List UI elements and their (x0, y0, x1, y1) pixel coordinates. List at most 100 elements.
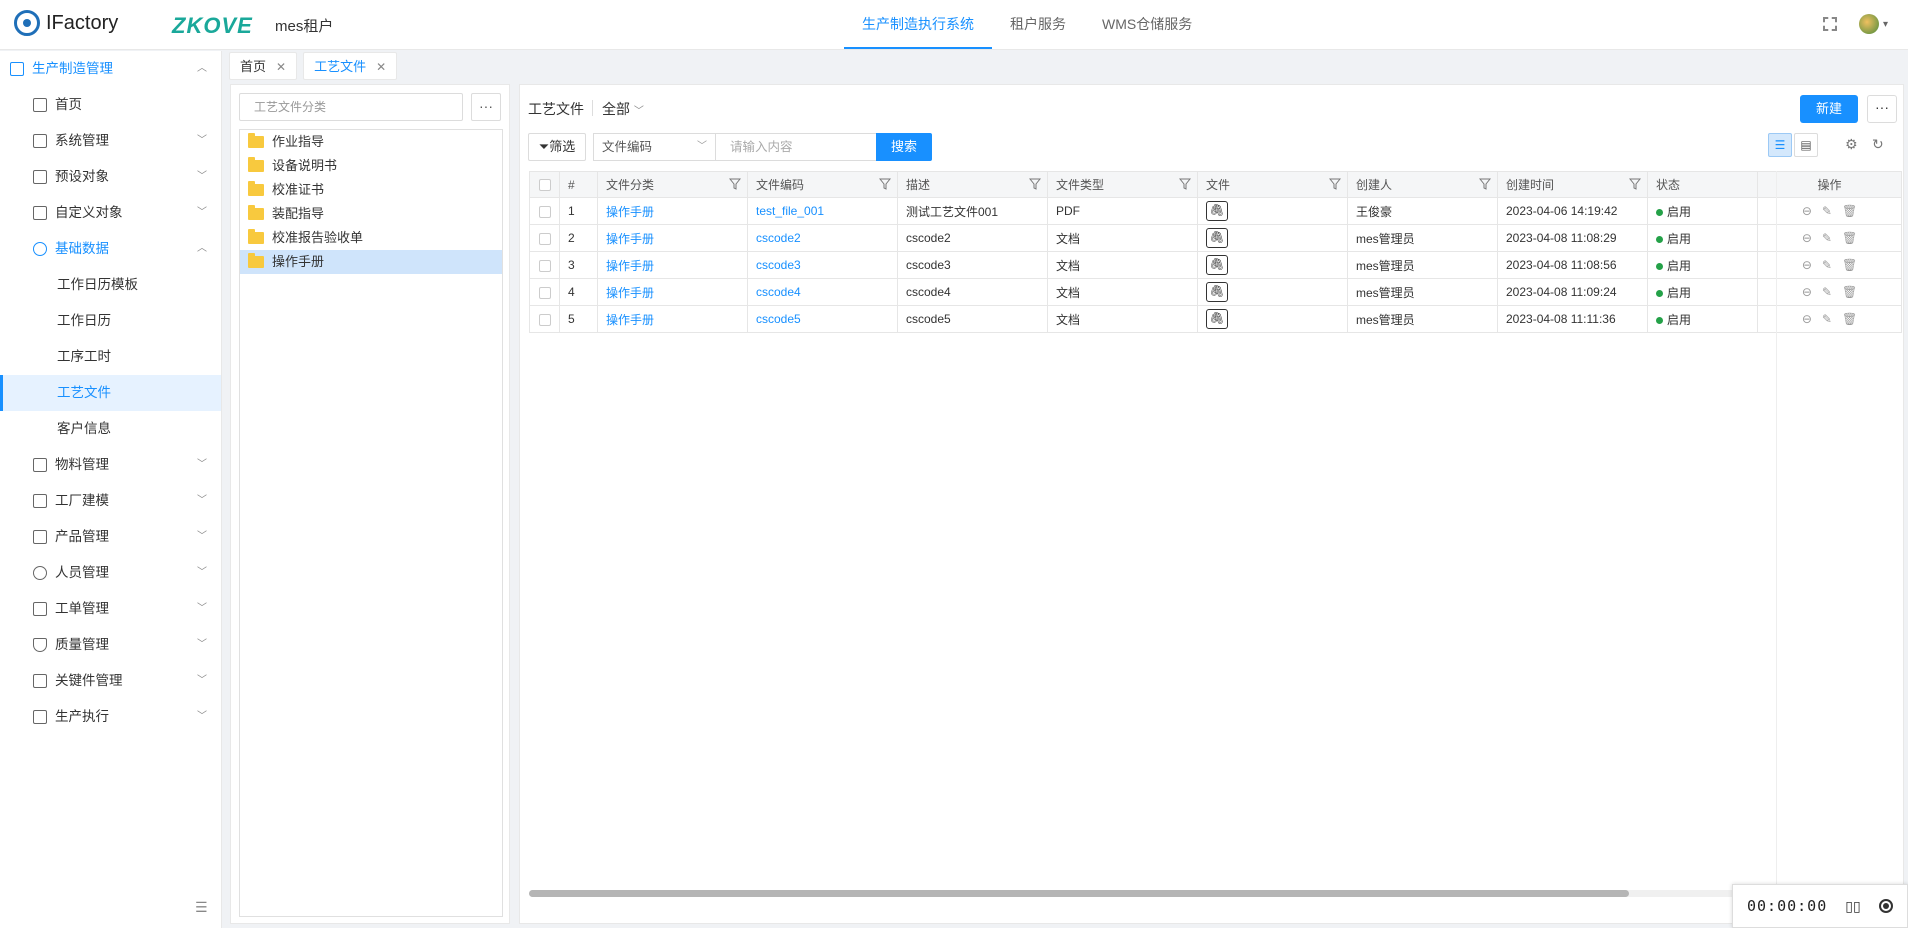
close-icon[interactable]: ✕ (376, 53, 386, 79)
scrollbar-thumb[interactable] (529, 890, 1629, 897)
col-code[interactable]: 文件编码 (747, 171, 898, 198)
cell-category[interactable]: 操作手册 (597, 251, 748, 279)
sidebar-item-work-order[interactable]: 工单管理 ﹀ (0, 591, 221, 627)
tree-node[interactable]: 校准报告验收单 (240, 226, 502, 250)
disable-icon[interactable]: ⊖ (1802, 204, 1812, 218)
edit-icon[interactable]: ✎ (1822, 231, 1832, 245)
sidebar-sub-calendar[interactable]: 工作日历 (0, 303, 221, 339)
attachment-icon[interactable]: 🖇 (1206, 282, 1228, 302)
tree-node[interactable]: 设备说明书 (240, 154, 502, 178)
sidebar-item-custom[interactable]: 自定义对象 ﹀ (0, 195, 221, 231)
tree-node[interactable]: 作业指导 (240, 130, 502, 154)
delete-icon[interactable]: 🗑 (1842, 285, 1857, 299)
row-checkbox[interactable] (529, 305, 560, 333)
cell-category[interactable]: 操作手册 (597, 305, 748, 333)
funnel-icon[interactable] (1029, 178, 1041, 190)
cell-category[interactable]: 操作手册 (597, 278, 748, 306)
table-row[interactable]: 1 操作手册 test_file_001 测试工艺文件001 PDF 🖇 王俊豪… (529, 197, 1902, 225)
checkbox[interactable] (538, 313, 551, 326)
funnel-icon[interactable] (879, 178, 891, 190)
funnel-icon[interactable] (1629, 178, 1641, 190)
user-menu[interactable]: ▾ (1858, 14, 1888, 34)
funnel-icon[interactable] (1329, 178, 1341, 190)
checkbox[interactable] (538, 286, 551, 299)
sidebar-item-product[interactable]: 产品管理 ﹀ (0, 519, 221, 555)
edit-icon[interactable]: ✎ (1822, 312, 1832, 326)
cell-code[interactable]: cscode5 (747, 305, 898, 333)
card-view-icon[interactable]: ▤ (1794, 133, 1818, 157)
col-file-type[interactable]: 文件类型 (1047, 171, 1198, 198)
nav-wms[interactable]: WMS仓储服务 (1084, 0, 1210, 49)
sidebar-item-key-parts[interactable]: 关键件管理 ﹀ (0, 663, 221, 699)
fullscreen-icon[interactable] (1822, 17, 1837, 31)
edit-icon[interactable]: ✎ (1822, 258, 1832, 272)
nav-tenant-service[interactable]: 租户服务 (992, 0, 1084, 49)
tree-more-button[interactable]: ··· (471, 93, 501, 121)
funnel-icon[interactable] (1179, 178, 1191, 190)
sidebar-group-production[interactable]: 生产制造管理 ︿ (0, 51, 221, 87)
refresh-icon[interactable]: ↻ (1872, 136, 1884, 153)
disable-icon[interactable]: ⊖ (1802, 285, 1812, 299)
attachment-icon[interactable]: 🖇 (1206, 228, 1228, 248)
list-view-icon[interactable]: ☰ (1768, 133, 1792, 157)
nav-mes[interactable]: 生产制造执行系统 (844, 0, 992, 49)
delete-icon[interactable]: 🗑 (1842, 258, 1857, 272)
filter-button[interactable]: ⏷筛选 (528, 133, 586, 161)
checkbox[interactable] (538, 232, 551, 245)
sidebar-item-material[interactable]: 物料管理 ﹀ (0, 447, 221, 483)
record-stop-icon[interactable] (1878, 899, 1893, 913)
col-creator[interactable]: 创建人 (1347, 171, 1498, 198)
tree-node[interactable]: 校准证书 (240, 178, 502, 202)
app-logo[interactable]: IFactory (14, 10, 118, 36)
attachment-icon[interactable]: 🖇 (1206, 201, 1228, 221)
funnel-icon[interactable] (1479, 178, 1491, 190)
table-row[interactable]: 4 操作手册 cscode4 cscode4 文档 🖇 mes管理员 2023-… (529, 278, 1902, 306)
tree-node-selected[interactable]: 操作手册 (240, 250, 502, 274)
sidebar-item-execution[interactable]: 生产执行 ﹀ (0, 699, 221, 735)
attachment-icon[interactable]: 🖇 (1206, 309, 1228, 329)
tab-process-files[interactable]: 工艺文件 ✕ (303, 52, 398, 80)
collapse-menu-icon[interactable]: ☰ (195, 899, 208, 916)
keyword-input[interactable]: 请输入内容 (715, 133, 877, 161)
row-checkbox[interactable] (529, 224, 560, 252)
more-actions-button[interactable]: ··· (1867, 95, 1897, 123)
col-created-time[interactable]: 创建时间 (1497, 171, 1648, 198)
delete-icon[interactable]: 🗑 (1842, 231, 1857, 245)
search-button[interactable]: 搜索 (876, 133, 932, 161)
checkbox[interactable] (538, 259, 551, 272)
category-search-input[interactable]: 工艺文件分类 (239, 93, 463, 121)
row-checkbox[interactable] (529, 251, 560, 279)
checkbox[interactable] (538, 205, 551, 218)
settings-icon[interactable]: ⚙ (1845, 136, 1858, 153)
disable-icon[interactable]: ⊖ (1802, 312, 1812, 326)
cell-category[interactable]: 操作手册 (597, 197, 748, 225)
sidebar-sub-process-files[interactable]: 工艺文件 (0, 375, 221, 411)
cell-code[interactable]: test_file_001 (747, 197, 898, 225)
sidebar-item-quality[interactable]: 质量管理 ﹀ (0, 627, 221, 663)
sidebar-item-system[interactable]: 系统管理 ﹀ (0, 123, 221, 159)
checkbox[interactable] (538, 179, 551, 192)
disable-icon[interactable]: ⊖ (1802, 258, 1812, 272)
cell-category[interactable]: 操作手册 (597, 224, 748, 252)
col-description[interactable]: 描述 (897, 171, 1048, 198)
table-row[interactable]: 2 操作手册 cscode2 cscode2 文档 🖇 mes管理员 2023-… (529, 224, 1902, 252)
table-row[interactable]: 5 操作手册 cscode5 cscode5 文档 🖇 mes管理员 2023-… (529, 305, 1902, 333)
col-file[interactable]: 文件 (1197, 171, 1348, 198)
sidebar-sub-calendar-template[interactable]: 工作日历模板 (0, 267, 221, 303)
sidebar-sub-customer[interactable]: 客户信息 (0, 411, 221, 447)
edit-icon[interactable]: ✎ (1822, 204, 1832, 218)
view-filter-dropdown[interactable]: 全部 ﹀ (602, 99, 644, 119)
col-category[interactable]: 文件分类 (597, 171, 748, 198)
new-button[interactable]: 新建 (1800, 95, 1858, 123)
delete-icon[interactable]: 🗑 (1842, 312, 1857, 326)
sidebar-item-home[interactable]: 首页 (0, 87, 221, 123)
table-row[interactable]: 3 操作手册 cscode3 cscode3 文档 🖇 mes管理员 2023-… (529, 251, 1902, 279)
tab-home[interactable]: 首页 ✕ (229, 52, 298, 80)
delete-icon[interactable]: 🗑 (1842, 204, 1857, 218)
sidebar-item-factory[interactable]: 工厂建模 ﹀ (0, 483, 221, 519)
sidebar-item-preset[interactable]: 预设对象 ﹀ (0, 159, 221, 195)
cell-code[interactable]: cscode3 (747, 251, 898, 279)
tree-node[interactable]: 装配指导 (240, 202, 502, 226)
edit-icon[interactable]: ✎ (1822, 285, 1832, 299)
row-checkbox[interactable] (529, 278, 560, 306)
